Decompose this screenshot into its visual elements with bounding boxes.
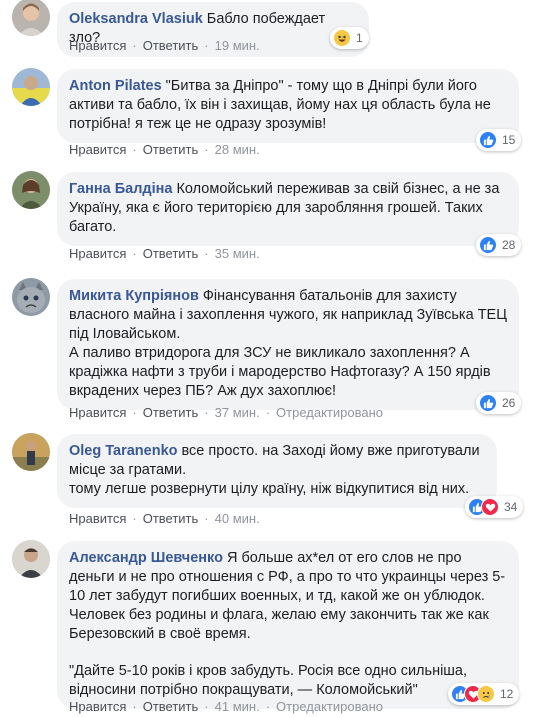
comment-actions: Нравится · Ответить · 40 мин. [69,511,260,526]
separator: · [204,699,209,714]
like-icon [479,131,497,149]
comment-actions: Нравится · Ответить · 35 мин. [69,246,260,261]
comment-bubble: Ганна Балдіна Коломойський переживав за с… [57,172,519,246]
love-icon [481,498,499,516]
haha-icon [333,29,351,47]
separator: · [204,38,209,53]
comment-time[interactable]: 28 мин. [215,142,260,157]
comment-quote: "Дайте 5-10 років і кров забудуть. Росія… [69,663,468,698]
reply-link[interactable]: Ответить [143,699,199,714]
comment-bubble: Микита Купріянов Фінансування батальонів … [57,279,519,410]
comment-time[interactable]: 40 мин. [215,511,260,526]
comment-time[interactable]: 37 мин. [215,405,260,420]
separator: · [132,405,137,420]
reaction-count: 28 [502,238,516,252]
comment-author[interactable]: Микита Купріянов [69,288,199,304]
edited-label[interactable]: Отредактировано [276,405,383,420]
like-link[interactable]: Нравится [69,511,126,526]
like-icon [479,394,497,412]
comment-bubble: Oleg Taranenko все просто. на Заході йому… [57,434,497,508]
reply-link[interactable]: Ответить [143,38,199,53]
like-link[interactable]: Нравится [69,699,126,714]
comment-time[interactable]: 41 мин. [215,699,260,714]
reactions-summary[interactable]: 26 [476,392,522,414]
comment-time[interactable]: 35 мин. [215,246,260,261]
separator: · [204,511,209,526]
separator: · [132,511,137,526]
reply-link[interactable]: Ответить [143,142,199,157]
avatar[interactable] [12,540,50,578]
comment-text: Фінансування батальонів для захисту влас… [69,288,507,399]
like-link[interactable]: Нравится [69,405,126,420]
separator: · [132,38,137,53]
reactions-summary[interactable]: 15 [476,129,522,151]
reply-link[interactable]: Ответить [143,405,199,420]
comment-author[interactable]: Александр Шевченко [69,550,223,566]
reply-link[interactable]: Ответить [143,511,199,526]
separator: · [204,405,209,420]
like-link[interactable]: Нравится [69,246,126,261]
like-link[interactable]: Нравится [69,142,126,157]
separator: · [132,142,137,157]
reactions-summary[interactable]: 34 [465,496,524,518]
reaction-count: 1 [356,31,363,45]
reaction-count: 12 [500,687,514,701]
comment-actions: Нравится · Ответить · 19 мин. [69,38,260,53]
separator: · [204,142,209,157]
comment-time[interactable]: 19 мин. [215,38,260,53]
like-link[interactable]: Нравится [69,38,126,53]
comment-actions: Нравится · Ответить · 28 мин. [69,142,260,157]
comment-author[interactable]: Oleksandra Vlasiuk [69,11,203,27]
separator: · [204,246,209,261]
like-icon [479,236,497,254]
comment-bubble: Anton Pilates "Битва за Дніпро" - тому що… [57,69,519,143]
comment-bubble: Александр Шевченко Я больше ах*ел от его … [57,541,519,709]
reply-link[interactable]: Ответить [143,246,199,261]
reactions-summary[interactable]: 1 [330,27,369,49]
comment-author[interactable]: Oleg Taranenko [69,443,178,459]
reactions-summary[interactable]: 28 [476,234,522,256]
sad-icon [477,685,495,703]
separator: · [265,405,271,420]
comment-actions: Нравится · Ответить · 37 мин. · Отредактирован… [69,405,383,420]
reactions-summary[interactable]: 12 [448,683,520,705]
comment-author[interactable]: Anton Pilates [69,78,162,94]
avatar[interactable] [12,278,50,316]
reaction-count: 26 [502,396,516,410]
reaction-count: 34 [504,500,518,514]
separator: · [132,246,137,261]
avatar[interactable] [12,171,50,209]
avatar[interactable] [12,68,50,106]
avatar[interactable] [12,433,50,471]
edited-label[interactable]: Отредактировано [276,699,383,714]
avatar[interactable] [12,0,50,36]
separator: · [265,699,271,714]
comment-author[interactable]: Ганна Балдіна [69,181,172,197]
reaction-count: 15 [502,133,516,147]
separator: · [132,699,137,714]
comment-actions: Нравится · Ответить · 41 мин. · Отредактирован… [69,699,383,714]
